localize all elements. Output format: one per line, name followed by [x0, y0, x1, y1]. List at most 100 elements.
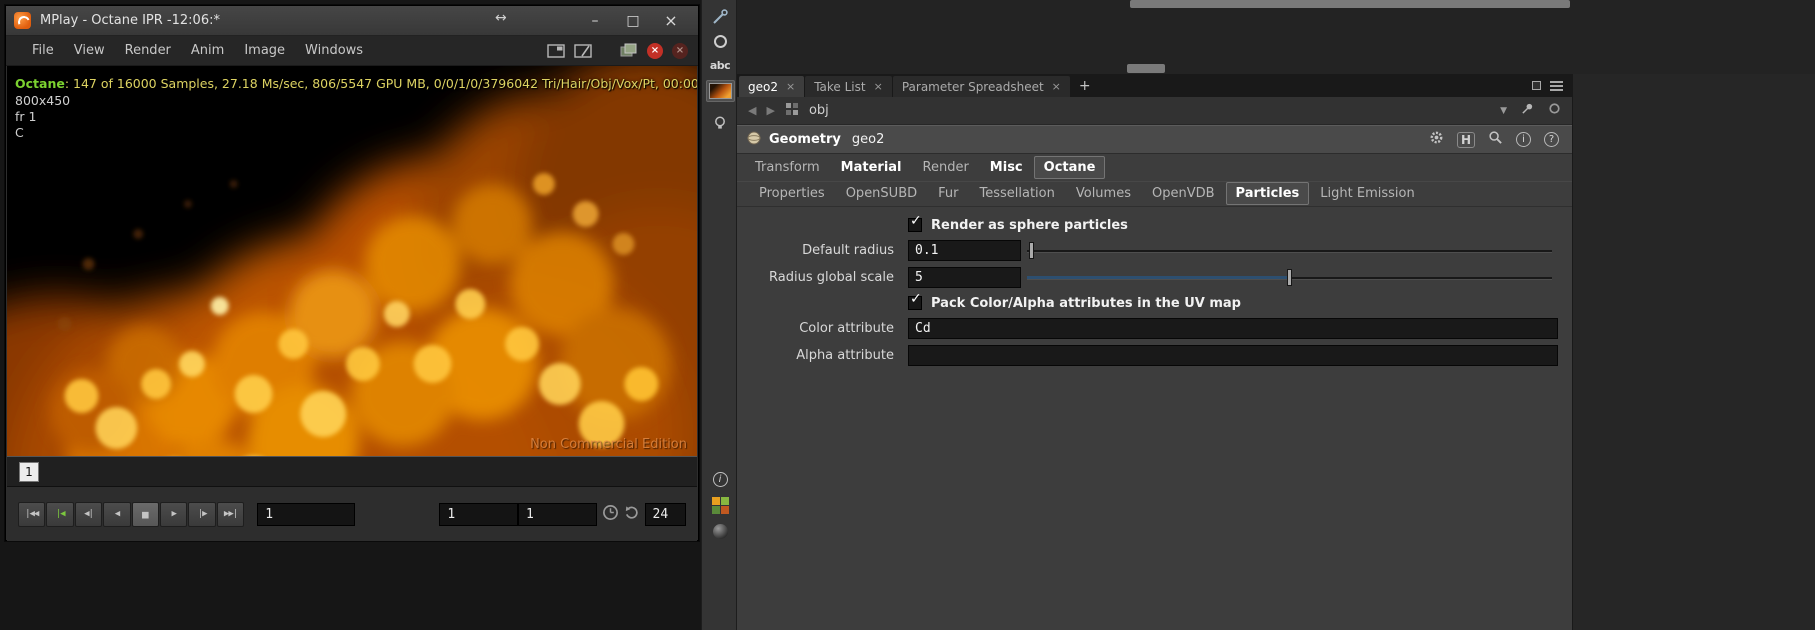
minimize-button[interactable]: – [576, 6, 614, 35]
info-circle-icon[interactable]: i [1516, 132, 1531, 147]
maximize-button[interactable]: □ [614, 6, 652, 35]
param-radius-global-scale: Radius global scale 5 [737, 264, 1572, 291]
breadcrumb[interactable]: obj [809, 103, 829, 118]
abort-render-button[interactable]: × [647, 42, 663, 59]
hscript-icon[interactable]: H [1456, 131, 1475, 148]
pane-menu-icon[interactable] [1550, 79, 1563, 93]
abort-all-button: × [672, 42, 688, 59]
octane-sub-tab-bar: Properties OpenSUBD Fur Tessellation Vol… [737, 181, 1572, 207]
parameter-list: ✓ Render as sphere particles Default rad… [737, 207, 1572, 369]
menu-view[interactable]: View [64, 38, 115, 63]
play-from-start-button[interactable]: |◀ [46, 501, 74, 527]
pane-tab-geo2[interactable]: geo2 × [739, 76, 805, 97]
current-frame-field[interactable]: 1 [257, 502, 356, 526]
layout-split-icon[interactable] [574, 43, 592, 58]
toggle-label: Pack Color/Alpha attributes in the UV ma… [931, 295, 1241, 311]
menu-windows[interactable]: Windows [295, 38, 373, 63]
stop-button[interactable]: ■ [131, 501, 160, 527]
node-header: Geometry geo2 H i ? [737, 125, 1572, 154]
render-image [7, 66, 697, 456]
param-alpha-attribute: Alpha attribute [737, 342, 1572, 369]
geometry-node-icon [746, 130, 762, 150]
circle-select-icon[interactable] [702, 28, 738, 54]
default-radius-field[interactable]: 0.1 [908, 240, 1021, 261]
play-reverse-button[interactable]: ◀ [103, 501, 131, 527]
render-viewport[interactable]: Octane: 147 of 16000 Samples, 27.18 Ms/s… [7, 66, 697, 456]
snapshot-thumbnail-icon[interactable] [702, 76, 738, 106]
tab-octane[interactable]: Octane [1033, 156, 1106, 179]
top-strip [737, 0, 1815, 74]
parameter-pane: geo2 × Take List × Parameter Spreadsheet… [737, 74, 1572, 630]
light-bulb-icon[interactable] [702, 110, 738, 136]
display-sphere-icon[interactable] [702, 518, 738, 544]
close-button[interactable]: × [652, 6, 690, 35]
pack-color-alpha-checkbox[interactable]: ✓ [908, 292, 922, 310]
timeline-frame-marker[interactable]: 1 [19, 462, 39, 482]
sequence-icon[interactable] [620, 43, 638, 58]
color-palette-icon[interactable] [702, 492, 738, 518]
tool-icon[interactable] [702, 4, 738, 30]
link-icon[interactable] [1548, 102, 1561, 119]
pane-tab-parameter-spreadsheet[interactable]: Parameter Spreadsheet × [892, 76, 1070, 97]
menu-render[interactable]: Render [115, 38, 181, 63]
text-abc-icon[interactable]: abc [702, 52, 738, 78]
alpha-attribute-field[interactable] [908, 345, 1558, 366]
radius-global-scale-field[interactable]: 5 [908, 267, 1021, 288]
param-pack-color-alpha: ✓ Pack Color/Alpha attributes in the UV … [737, 291, 1572, 315]
tab-openvdb[interactable]: OpenVDB [1142, 182, 1225, 205]
tab-particles[interactable]: Particles [1225, 182, 1310, 205]
info-icon[interactable]: i [702, 466, 738, 492]
tab-volumes[interactable]: Volumes [1066, 182, 1141, 205]
step-back-button[interactable]: ◀| [74, 501, 103, 527]
tab-fur[interactable]: Fur [928, 182, 968, 205]
chevron-down-icon[interactable]: ▼ [1500, 106, 1507, 116]
tab-tessellation[interactable]: Tessellation [969, 182, 1064, 205]
close-tab-icon[interactable]: × [1052, 80, 1061, 93]
node-name-field[interactable]: geo2 [852, 132, 884, 147]
param-label: Color attribute [799, 321, 894, 336]
mplay-titlebar[interactable]: MPlay - Octane IPR -12:06:* ↔ – □ × [6, 6, 698, 36]
checkmark-icon: ✓ [910, 291, 922, 307]
gear-icon[interactable] [1429, 130, 1444, 149]
loop-icon[interactable] [623, 504, 640, 525]
menu-file[interactable]: File [22, 38, 64, 63]
small-scrollbar[interactable] [1127, 64, 1165, 73]
forward-icon[interactable]: ▶ [766, 104, 774, 117]
color-attribute-field[interactable]: Cd [908, 318, 1558, 339]
range-start-field[interactable]: 1 [439, 502, 518, 526]
close-tab-icon[interactable]: × [874, 80, 883, 93]
jump-start-button[interactable]: |◀◀ [18, 501, 46, 527]
back-icon[interactable]: ◀ [748, 104, 756, 117]
menu-image[interactable]: Image [234, 38, 295, 63]
render-as-sphere-checkbox[interactable]: ✓ [908, 214, 922, 232]
radius-global-scale-slider[interactable] [1027, 264, 1552, 291]
new-tab-button[interactable]: + [1071, 74, 1099, 97]
param-label: Alpha attribute [796, 348, 894, 363]
pane-maximize-icon[interactable] [1532, 81, 1541, 90]
range-end-field[interactable]: 1 [517, 502, 597, 526]
tab-properties[interactable]: Properties [749, 182, 835, 205]
clock-icon[interactable] [602, 504, 619, 525]
tab-misc[interactable]: Misc [980, 156, 1033, 179]
tab-transform[interactable]: Transform [745, 156, 830, 179]
jump-end-button[interactable]: ▶▶| [216, 501, 245, 527]
pin-icon[interactable] [1521, 102, 1534, 119]
menu-anim[interactable]: Anim [181, 38, 234, 63]
play-button[interactable]: ▶ [160, 501, 188, 527]
help-circle-icon[interactable]: ? [1544, 132, 1559, 147]
fps-field[interactable]: 24 [644, 502, 686, 526]
default-radius-slider[interactable] [1027, 237, 1552, 264]
tab-material[interactable]: Material [831, 156, 912, 179]
search-icon[interactable] [1488, 130, 1503, 149]
tab-opensubd[interactable]: OpenSUBD [836, 182, 927, 205]
horizontal-scrollbar[interactable] [1130, 0, 1570, 8]
close-tab-icon[interactable]: × [786, 80, 795, 93]
step-forward-button[interactable]: |▶ [188, 501, 216, 527]
tab-render[interactable]: Render [913, 156, 979, 179]
timeline-bar[interactable]: 1 [7, 456, 697, 487]
pane-tab-take-list[interactable]: Take List × [805, 76, 892, 97]
side-toolbar: abc i [701, 0, 737, 630]
empty-pane-area [1572, 74, 1815, 630]
tab-light-emission[interactable]: Light Emission [1310, 182, 1424, 205]
layout-single-icon[interactable] [547, 43, 565, 58]
